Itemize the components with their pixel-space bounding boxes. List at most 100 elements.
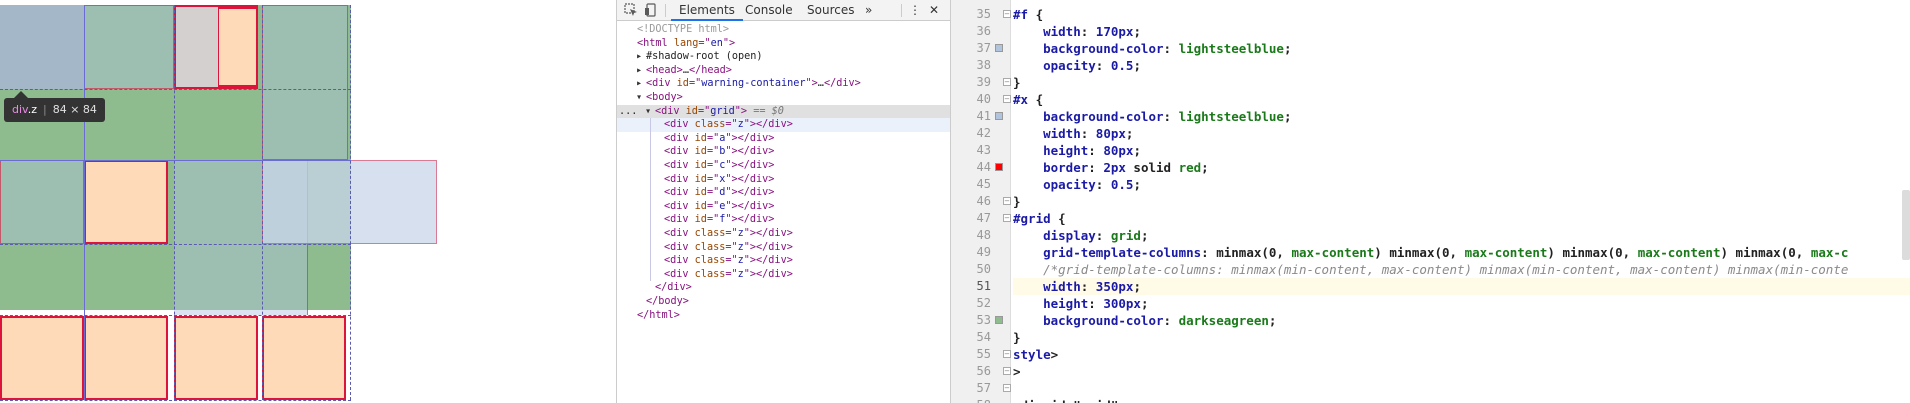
dom-node[interactable]: <!DOCTYPE html> (617, 23, 951, 37)
code-line[interactable]: height: 80px; (1013, 142, 1910, 159)
dom-node[interactable]: ▸ <head>…</head> (617, 64, 951, 78)
code-line[interactable]: opacity: 0.5; (1013, 176, 1910, 193)
more-tabs-icon[interactable]: » (857, 0, 880, 21)
code-line[interactable]: border: 2px solid red; (1013, 159, 1910, 176)
code-line[interactable]: display: grid; (1013, 227, 1910, 244)
tab-elements[interactable]: Elements (671, 0, 743, 21)
grid-item-z-4[interactable] (262, 316, 346, 400)
dom-token: class (694, 255, 726, 267)
grid-item-c[interactable] (262, 5, 348, 160)
dom-node[interactable]: <div class="z"></div> (617, 118, 951, 132)
code-token: ; (1140, 228, 1149, 243)
expand-triangle-icon[interactable]: ▸ (636, 50, 646, 64)
code-line[interactable]: width: 350px; (1013, 278, 1910, 295)
dom-token: =" (706, 200, 720, 212)
dom-node[interactable]: </html> (617, 309, 951, 323)
code-line[interactable]: grid-template-columns: minmax(0, max-con… (1013, 244, 1910, 261)
expand-triangle-icon[interactable]: ▸ (636, 64, 646, 78)
dom-node[interactable]: <div class="z"></div> (617, 241, 951, 255)
dom-node[interactable]: </body> (617, 295, 951, 309)
code-line[interactable]: #grid { (1013, 210, 1910, 227)
dom-node[interactable]: <div id="e"></div> (617, 200, 951, 214)
rendered-page: div.z | 84 × 84 (0, 0, 616, 403)
tab-sources[interactable]: Sources (799, 0, 862, 21)
grid-item-z-2[interactable] (84, 316, 168, 400)
dom-node[interactable]: <div id="c"></div> (617, 159, 951, 173)
dom-node[interactable]: <div class="z"></div> (617, 227, 951, 241)
code-token: ; (1133, 279, 1141, 294)
code-line[interactable]: } (1013, 329, 1910, 346)
grid-item-d[interactable] (84, 160, 168, 244)
code-line[interactable] (1013, 380, 1910, 397)
dom-token: </body> (646, 296, 689, 307)
dom-token: =" (697, 105, 711, 117)
code-line[interactable]: } (1013, 74, 1910, 91)
code-line[interactable]: style> (1013, 346, 1910, 363)
dom-token: id (694, 132, 707, 144)
grid-item-z-3[interactable] (174, 316, 258, 400)
code-line[interactable]: width: 170px; (1013, 23, 1910, 40)
dom-node[interactable]: </div> (617, 281, 951, 295)
code-line[interactable]: > (1013, 363, 1910, 380)
code-token: background-color (1013, 41, 1164, 56)
inspect-element-icon[interactable] (623, 3, 639, 18)
tab-console[interactable]: Console (737, 0, 801, 21)
expand-triangle-icon[interactable]: ▾ (645, 105, 655, 119)
dom-token: </div> (823, 78, 861, 90)
devtools-menu-icon[interactable]: ⋮ (905, 0, 925, 21)
dom-node[interactable]: <div class="z"></div> (617, 268, 951, 282)
code-line[interactable]: #f { (1013, 6, 1910, 23)
code-line[interactable]: <div id="grid"> (1013, 397, 1910, 403)
code-lines[interactable]: #f { width: 170px; background-color: lig… (951, 0, 1910, 403)
code-token: } (1013, 330, 1021, 345)
code-line[interactable]: width: 80px; (1013, 125, 1910, 142)
tooltip-class: .z (27, 103, 37, 116)
code-token: grid (1110, 228, 1141, 243)
code-line[interactable]: height: 300px; (1013, 295, 1910, 312)
code-token: ; (1268, 313, 1277, 328)
code-token: max-content (1637, 245, 1721, 260)
dom-token: =" (706, 160, 720, 171)
dom-node-ellipsis[interactable]: ... (619, 105, 637, 119)
dom-token: <div (655, 105, 686, 117)
device-toolbar-icon[interactable] (643, 3, 659, 18)
dom-node[interactable]: <div id="d"></div> (617, 186, 951, 200)
code-line[interactable]: } (1013, 193, 1910, 210)
grid-item-b-outline (174, 5, 258, 89)
dom-node[interactable]: <div class="z"></div> (617, 254, 951, 268)
dom-token: "></div> (725, 160, 775, 171)
code-line[interactable]: background-color: lightsteelblue; (1013, 40, 1910, 57)
dom-node[interactable]: <div id="b"></div> (617, 145, 951, 159)
grid-item-z-highlighted[interactable] (0, 5, 84, 89)
code-line[interactable]: /*grid-template-columns: minmax(min-cont… (1013, 261, 1910, 278)
dom-token: <div (664, 160, 695, 171)
code-token: #x (1013, 92, 1029, 107)
dom-node[interactable]: ▸ #shadow-root (open) (617, 50, 951, 64)
expand-triangle-icon[interactable]: ▾ (636, 91, 646, 105)
code-token: grid-template-columns (1013, 245, 1202, 260)
dom-node[interactable]: <html lang="en"> (617, 37, 951, 51)
close-devtools-icon[interactable]: ✕ (925, 0, 943, 21)
expand-triangle-icon[interactable]: ▸ (636, 77, 646, 91)
dom-node[interactable]: <div id="a"></div> (617, 132, 951, 146)
dom-node[interactable]: ... ▾ <div id="grid"> == $0 (617, 104, 951, 119)
horizontal-scrollbar[interactable] (1902, 190, 1910, 260)
dom-token: </html> (637, 309, 680, 321)
code-line[interactable]: background-color: darkseagreen; (1013, 312, 1910, 329)
dom-node[interactable]: <div id="f"></div> (617, 213, 951, 227)
dom-token: =" (725, 241, 738, 253)
grid-item-x[interactable] (0, 160, 84, 244)
grid-item-z-1[interactable] (0, 316, 84, 400)
code-token: ; (1201, 160, 1209, 175)
code-line[interactable]: #x { (1013, 91, 1910, 108)
code-line[interactable]: opacity: 0.5; (1013, 57, 1910, 74)
code-token: background-color (1013, 109, 1164, 124)
code-token: > (1050, 347, 1059, 362)
dom-node[interactable]: <div id="x"></div> (617, 173, 951, 187)
dom-node[interactable]: ▸ <div id="warning-container">…</div> (617, 77, 951, 91)
grid-item-a[interactable] (84, 5, 174, 89)
code-token: } (1013, 75, 1021, 90)
code-line[interactable]: background-color: lightsteelblue; (1013, 108, 1910, 125)
dom-token: "></div> (743, 255, 793, 267)
dom-node[interactable]: ▾ <body> (617, 91, 951, 105)
